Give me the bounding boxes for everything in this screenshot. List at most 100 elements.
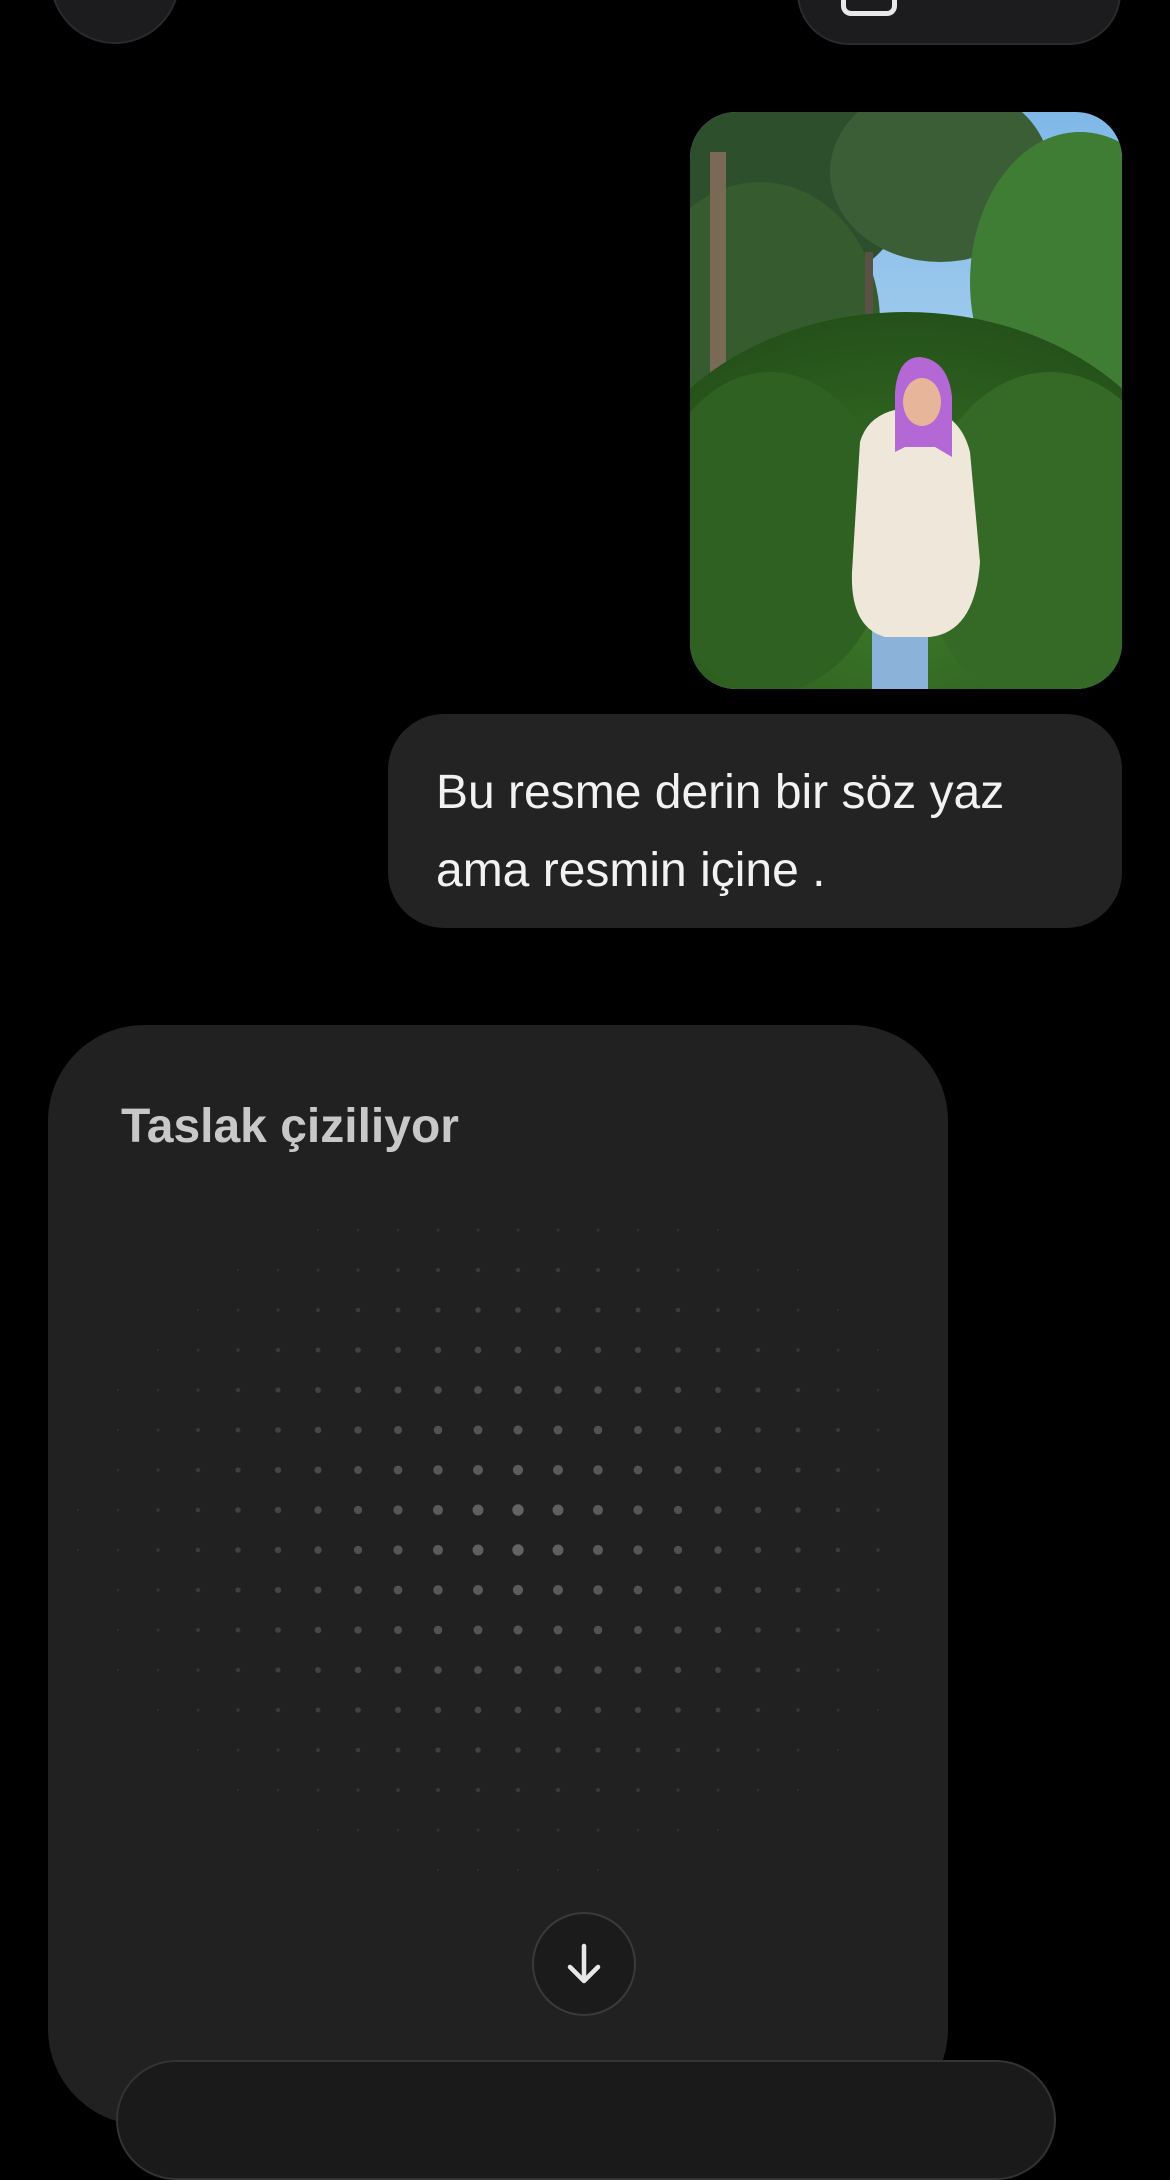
grid-dot bbox=[196, 1388, 200, 1392]
grid-dot bbox=[593, 1425, 603, 1435]
grid-dot bbox=[795, 1627, 801, 1633]
grid-dot bbox=[472, 1464, 484, 1476]
grid-dot bbox=[552, 1584, 564, 1596]
grid-dot bbox=[515, 1747, 521, 1753]
grid-dot bbox=[315, 1747, 321, 1753]
grid-dot bbox=[433, 1625, 443, 1635]
grid-dot bbox=[156, 1508, 160, 1512]
grid-dot bbox=[156, 1628, 160, 1632]
grid-dot bbox=[592, 1504, 604, 1516]
grid-dot bbox=[514, 1666, 522, 1674]
grid-dot bbox=[556, 1868, 560, 1872]
grid-dot bbox=[76, 1508, 80, 1512]
grid-dot bbox=[553, 1625, 563, 1635]
grid-dot bbox=[314, 1466, 322, 1474]
grid-dot bbox=[195, 1467, 201, 1473]
grid-dot bbox=[396, 1268, 400, 1272]
grid-dot bbox=[236, 1788, 240, 1792]
grid-dot bbox=[434, 1346, 442, 1354]
grid-dot bbox=[393, 1505, 403, 1515]
grid-dot bbox=[796, 1348, 800, 1352]
grid-dot bbox=[394, 1626, 402, 1634]
grid-dot bbox=[395, 1747, 401, 1753]
grid-dot bbox=[195, 1627, 201, 1633]
grid-dot bbox=[795, 1427, 801, 1433]
grid-dot bbox=[394, 1426, 402, 1434]
grid-dot bbox=[394, 1706, 402, 1714]
grid-dot bbox=[515, 1267, 521, 1273]
grid-dot bbox=[715, 1387, 721, 1393]
grid-dot bbox=[714, 1466, 722, 1474]
grid-dot bbox=[636, 1788, 640, 1792]
message-text-line-1: Bu resme derin bir söz yaz bbox=[436, 766, 1005, 819]
grid-dot bbox=[434, 1666, 442, 1674]
grid-dot bbox=[716, 1828, 720, 1832]
grid-dot bbox=[755, 1387, 761, 1393]
grid-dot bbox=[594, 1706, 602, 1714]
grid-dot bbox=[314, 1586, 322, 1594]
grid-dot bbox=[673, 1505, 683, 1515]
grid-dot bbox=[353, 1505, 363, 1515]
scroll-down-button[interactable] bbox=[532, 1912, 636, 2016]
grid-dot bbox=[636, 1828, 640, 1832]
grid-dot bbox=[274, 1506, 282, 1514]
grid-dot bbox=[835, 1587, 841, 1593]
top-action-pill[interactable] bbox=[797, 0, 1121, 45]
grid-dot bbox=[674, 1426, 682, 1434]
grid-dot bbox=[674, 1466, 682, 1474]
grid-dot bbox=[276, 1308, 280, 1312]
grid-dot bbox=[354, 1666, 362, 1674]
grid-dot bbox=[235, 1587, 241, 1593]
grid-dot bbox=[116, 1468, 120, 1472]
grid-dot bbox=[876, 1428, 880, 1432]
grid-dot bbox=[235, 1507, 241, 1513]
grid-dot bbox=[436, 1868, 440, 1872]
grid-dot bbox=[314, 1426, 322, 1434]
grid-dot bbox=[754, 1546, 762, 1554]
loading-dot-grid bbox=[76, 1228, 880, 1872]
grid-dot bbox=[195, 1587, 201, 1593]
grid-dot bbox=[435, 1307, 441, 1313]
grid-dot bbox=[236, 1748, 240, 1752]
grid-dot bbox=[394, 1666, 402, 1674]
grid-dot bbox=[156, 1588, 160, 1592]
grid-dot bbox=[196, 1748, 200, 1752]
grid-dot bbox=[354, 1626, 362, 1634]
grid-dot bbox=[356, 1228, 360, 1232]
grid-dot bbox=[195, 1507, 201, 1513]
grid-dot bbox=[633, 1545, 643, 1555]
grid-dot bbox=[635, 1747, 641, 1753]
grid-dot bbox=[235, 1547, 241, 1553]
grid-dot bbox=[594, 1386, 602, 1394]
attached-image[interactable] bbox=[690, 112, 1122, 689]
grid-dot bbox=[796, 1308, 800, 1312]
message-input-bar[interactable] bbox=[116, 2060, 1056, 2180]
grid-dot bbox=[674, 1666, 682, 1674]
grid-dot bbox=[835, 1427, 841, 1433]
grid-dot bbox=[435, 1267, 441, 1273]
grid-dot bbox=[633, 1505, 643, 1515]
grid-dot bbox=[714, 1506, 722, 1514]
grid-dot bbox=[552, 1544, 564, 1556]
grid-dot bbox=[516, 1828, 520, 1832]
grid-dot bbox=[876, 1628, 880, 1632]
grid-dot bbox=[316, 1788, 320, 1792]
grid-dot bbox=[754, 1506, 762, 1514]
grid-dot bbox=[235, 1667, 241, 1673]
back-button[interactable] bbox=[50, 0, 180, 44]
grid-dot bbox=[433, 1585, 443, 1595]
grid-dot bbox=[835, 1547, 841, 1553]
grid-dot bbox=[275, 1387, 281, 1393]
grid-dot bbox=[633, 1585, 643, 1595]
grid-dot bbox=[275, 1347, 281, 1353]
grid-dot bbox=[316, 1828, 320, 1832]
message-text-line-2: ama resmin içine . bbox=[436, 844, 826, 897]
grid-dot bbox=[356, 1268, 360, 1272]
grid-dot bbox=[835, 1627, 841, 1633]
grid-dot bbox=[596, 1868, 600, 1872]
grid-dot bbox=[356, 1788, 360, 1792]
grid-dot bbox=[476, 1228, 480, 1232]
grid-dot bbox=[674, 1586, 682, 1594]
grid-dot bbox=[354, 1586, 362, 1594]
grid-dot bbox=[475, 1747, 481, 1753]
